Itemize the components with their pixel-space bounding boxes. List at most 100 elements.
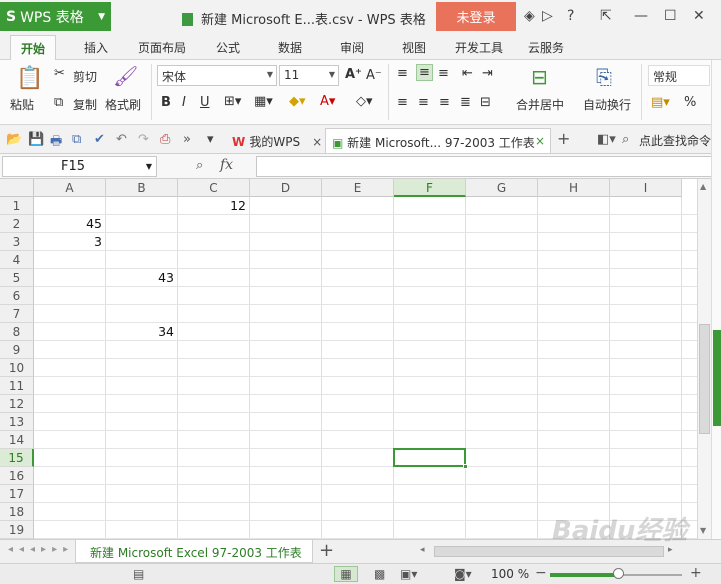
zoom-in-button[interactable]: + (690, 565, 702, 581)
share-icon[interactable]: ▷ (542, 8, 553, 24)
open-folder-icon[interactable]: 📂 (6, 132, 22, 147)
row-header-13[interactable]: 13 (0, 413, 34, 431)
paste-icon[interactable]: 📋 (16, 66, 43, 91)
sheet-tab[interactable]: 新建 Microsoft Excel 97-2003 工作表 (75, 540, 313, 563)
scroll-thumb[interactable] (699, 324, 710, 434)
tab-page-layout[interactable]: 页面布局 (138, 39, 186, 56)
row-header-15[interactable]: 15 (0, 449, 34, 467)
row-header-19[interactable]: 19 (0, 521, 34, 539)
name-box[interactable]: F15 ▼ (2, 156, 157, 177)
skin-icon[interactable]: ◈ (524, 8, 535, 24)
row-header-1[interactable]: 1 (0, 197, 34, 215)
pdf-icon[interactable]: ⎙ (160, 132, 170, 147)
row-header-4[interactable]: 4 (0, 251, 34, 269)
format-painter-button[interactable]: 格式刷 (105, 96, 141, 113)
align-center-icon[interactable]: ≡ (418, 95, 429, 110)
merge-center-icon[interactable]: ⊟ (531, 65, 548, 89)
macro-icon[interactable]: ▤ (133, 567, 144, 581)
close-icon[interactable]: ✕ (693, 8, 705, 24)
find-command[interactable]: 点此查找命令 (639, 132, 711, 149)
print-preview-icon[interactable]: ⧉ (72, 132, 81, 147)
scroll-down-arrow[interactable]: ▼ (700, 526, 706, 535)
number-format-select[interactable]: 常规 (648, 65, 710, 86)
fill-color-icon[interactable]: ◆▾ (289, 94, 306, 109)
task-pane-toggle[interactable] (713, 330, 721, 426)
column-header-h[interactable]: H (538, 179, 610, 197)
tab-home[interactable]: 开始 (10, 35, 57, 61)
font-size-select[interactable]: 11 ▼ (279, 65, 339, 86)
copy-button[interactable]: 复制 (73, 96, 97, 113)
row-header-9[interactable]: 9 (0, 341, 34, 359)
row-header-10[interactable]: 10 (0, 359, 34, 377)
cell-style-icon[interactable]: ▦▾ (254, 94, 273, 109)
doc-tab-current[interactable]: ▣ 新建 Microsoft... 97-2003 工作表 × (325, 128, 551, 153)
font-name-select[interactable]: 宋体 ▼ (157, 65, 277, 86)
tab-formulas[interactable]: 公式 (216, 39, 240, 56)
chevron-down-icon[interactable]: ▾ (207, 132, 214, 147)
row-header-11[interactable]: 11 (0, 377, 34, 395)
fill-handle[interactable] (463, 464, 468, 469)
border-icon[interactable]: ⊞▾ (224, 94, 241, 109)
row-header-12[interactable]: 12 (0, 395, 34, 413)
bold-icon[interactable]: B (161, 95, 171, 110)
fx-button[interactable]: fx (220, 157, 233, 173)
tab-data[interactable]: 数据 (278, 39, 302, 56)
decrease-font-icon[interactable]: A⁻ (366, 68, 382, 83)
spreadsheet-grid[interactable]: ABCDEFGHI 1 2 3 4 5 6 7 8 9 10 11 12 13 14 15 16 17 18 19 … (0, 179, 697, 539)
column-header-d[interactable]: D (250, 179, 322, 197)
zoom-search-icon[interactable]: ⌕ (196, 158, 203, 173)
column-header-f[interactable]: F (394, 179, 466, 197)
align-top-icon[interactable]: ≡ (397, 66, 408, 81)
add-sheet-icon[interactable]: + (319, 540, 334, 561)
tab-insert[interactable]: 插入 (84, 39, 108, 56)
merge-center-button[interactable]: 合并居中 (516, 96, 564, 113)
select-all-corner[interactable] (0, 179, 34, 197)
tab-review[interactable]: 审阅 (340, 39, 364, 56)
align-bottom-icon[interactable]: ≡ (438, 66, 449, 81)
align-middle-icon[interactable]: ≡ (416, 64, 433, 81)
column-header-c[interactable]: C (178, 179, 250, 197)
wrap-text-button[interactable]: 自动换行 (583, 96, 631, 113)
tab-view[interactable]: 视图 (402, 39, 426, 56)
row-header-16[interactable]: 16 (0, 467, 34, 485)
column-header-a[interactable]: A (34, 179, 106, 197)
close-icon[interactable]: × (312, 135, 322, 149)
column-header-g[interactable]: G (466, 179, 538, 197)
page-layout-view-icon[interactable]: ▣▾ (400, 567, 417, 581)
new-tab-icon[interactable]: + (557, 129, 570, 148)
save-icon[interactable]: 💾 (28, 132, 44, 147)
login-button[interactable]: 未登录 (436, 2, 516, 31)
percent-button[interactable]: % (684, 95, 696, 110)
underline-icon[interactable]: U (200, 95, 210, 110)
horizontal-scroll-thumb[interactable] (434, 546, 664, 557)
close-icon[interactable]: × (535, 134, 545, 148)
tab-cloud[interactable]: 云服务 (528, 39, 564, 56)
print-icon[interactable]: 🖶 (50, 132, 62, 154)
normal-view-icon[interactable]: ▦ (334, 566, 358, 582)
scroll-up-arrow[interactable]: ▲ (700, 182, 706, 191)
row-header-14[interactable]: 14 (0, 431, 34, 449)
brush-icon[interactable]: 🖌 (113, 64, 138, 88)
decrease-indent-icon[interactable]: ⇤ (462, 66, 473, 81)
row-header-17[interactable]: 17 (0, 485, 34, 503)
column-header-b[interactable]: B (106, 179, 178, 197)
row-header-6[interactable]: 6 (0, 287, 34, 305)
row-header-8[interactable]: 8 (0, 323, 34, 341)
app-menu-button[interactable]: S WPS 表格 ▼ (0, 2, 111, 31)
minimize-icon[interactable]: — (634, 8, 648, 24)
increase-font-icon[interactable]: A⁺ (345, 67, 362, 82)
italic-icon[interactable]: I (182, 95, 186, 110)
undo-icon[interactable]: ↶ (116, 132, 127, 147)
spell-check-icon[interactable]: ✔ (94, 132, 105, 147)
tab-developer[interactable]: 开发工具 (455, 39, 503, 56)
row-header-3[interactable]: 3 (0, 233, 34, 251)
scroll-left-arrow[interactable]: ◂ (420, 545, 425, 555)
paste-button[interactable]: 粘贴 (10, 96, 34, 113)
maximize-icon[interactable]: ☐ (664, 8, 677, 24)
increase-indent-icon[interactable]: ⇥ (482, 66, 493, 81)
align-right-icon[interactable]: ≡ (439, 95, 450, 110)
currency-icon[interactable]: ▤▾ (651, 95, 670, 110)
justify-icon[interactable]: ≣ (460, 95, 471, 110)
row-header-18[interactable]: 18 (0, 503, 34, 521)
pin-icon[interactable]: ◧▾ (597, 132, 616, 147)
